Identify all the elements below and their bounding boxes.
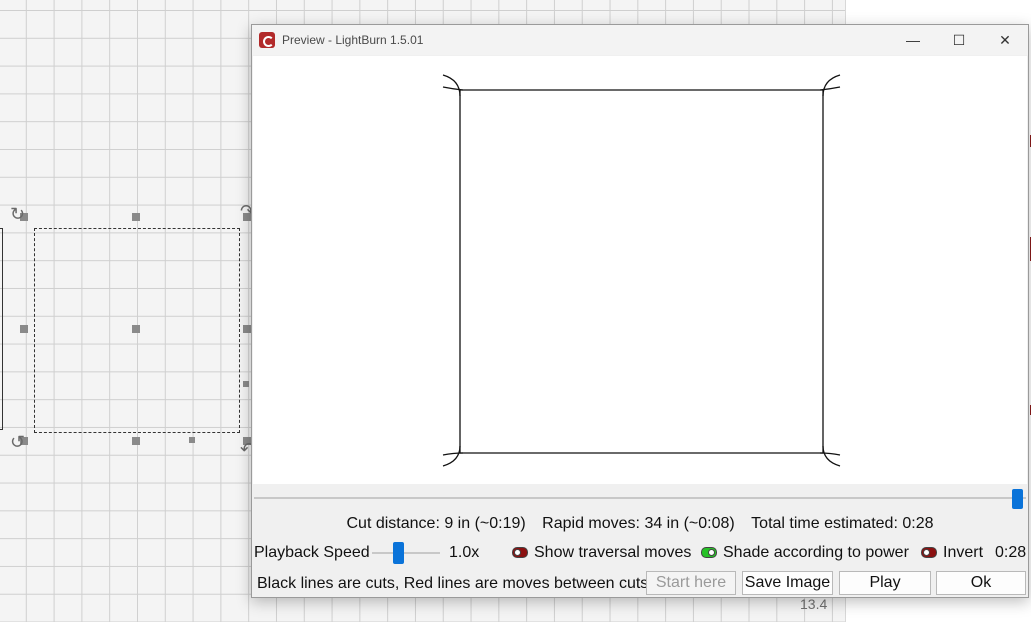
rotate-handle-icon[interactable]: ↻ <box>10 205 25 223</box>
timeline-track <box>254 497 1026 499</box>
selection-center-handle[interactable] <box>132 325 140 333</box>
corner-lead-tr2 <box>819 86 841 91</box>
toggle-invert[interactable]: Invert <box>921 544 983 562</box>
time-readout: 0:28 <box>995 544 1027 561</box>
start-here-button[interactable]: Start here <box>646 571 736 595</box>
selection-handle[interactable] <box>243 325 251 333</box>
save-image-button[interactable]: Save Image <box>742 571 833 595</box>
cut-distance: Cut distance: 9 in (~0:19) <box>346 515 526 532</box>
background-readout: 13.4 <box>800 596 828 612</box>
timeline-slider[interactable] <box>254 489 1026 509</box>
toggle-switch-icon[interactable] <box>512 547 528 559</box>
toggle-shade-power[interactable]: Shade according to power <box>701 544 909 562</box>
toggle-show-traversal[interactable]: Show traversal moves <box>512 544 691 562</box>
minimize-icon[interactable]: — <box>890 25 936 55</box>
stats-row: Cut distance: 9 in (~0:19) Rapid moves: … <box>252 515 1028 533</box>
speed-thumb[interactable] <box>393 542 404 564</box>
footer-row: Black lines are cuts, Red lines are move… <box>254 571 1030 597</box>
play-button[interactable]: Play <box>839 571 931 595</box>
playback-speed-value: 1.0x <box>449 544 480 561</box>
corner-lead-br <box>822 445 841 467</box>
total-time: Total time estimated: 0:28 <box>751 515 934 532</box>
corner-lead-br2 <box>819 452 841 456</box>
toggle-switch-icon[interactable] <box>921 547 937 559</box>
selection-handle[interactable] <box>132 213 140 221</box>
timeline-thumb[interactable] <box>1012 489 1023 509</box>
playback-speed-label: Playback Speed <box>254 544 370 561</box>
maximize-icon[interactable]: ☐ <box>936 25 982 55</box>
selection-handle[interactable] <box>20 325 28 333</box>
cut-path-preview <box>442 74 841 467</box>
rapid-moves: Rapid moves: 34 in (~0:08) <box>542 515 735 532</box>
close-icon[interactable]: ✕ <box>982 25 1028 55</box>
corner-lead-tr <box>822 74 841 97</box>
corner-lead-tl2 <box>442 86 464 91</box>
legend-note: Black lines are cuts, Red lines are move… <box>257 575 649 592</box>
app-logo-icon <box>259 32 275 48</box>
selection-handle[interactable] <box>132 437 140 445</box>
playback-speed-slider[interactable] <box>372 542 440 564</box>
selection-handle[interactable] <box>189 437 195 443</box>
selection-handle[interactable] <box>243 381 249 387</box>
speed-track <box>372 552 440 554</box>
playback-row: Playback Speed 1.0x Show traversal moves… <box>254 542 1030 566</box>
toggle-switch-icon[interactable] <box>701 547 717 559</box>
preview-dialog: Preview - LightBurn 1.5.01 — ☐ ✕ Cut dis… <box>251 24 1029 598</box>
window-title: Preview - LightBurn 1.5.01 <box>282 33 424 47</box>
title-bar[interactable]: Preview - LightBurn 1.5.01 — ☐ ✕ <box>252 25 1028 55</box>
preview-canvas[interactable] <box>253 56 1027 484</box>
corner-lead-bl <box>442 445 461 467</box>
rotate-handle-icon[interactable]: ↺ <box>10 433 25 451</box>
shape-edge <box>0 228 3 430</box>
ok-button[interactable]: Ok <box>936 571 1026 595</box>
corner-lead-bl2 <box>442 452 464 456</box>
corner-lead-tl <box>442 74 461 97</box>
